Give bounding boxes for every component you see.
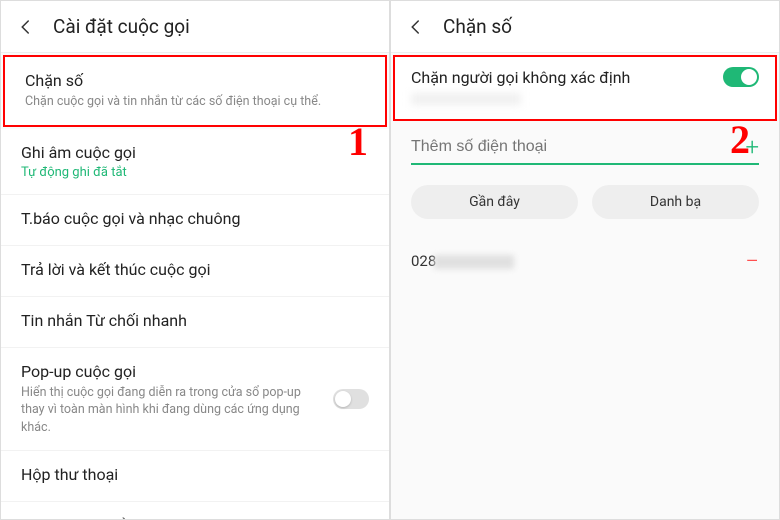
item-title: Hộp thư thoại bbox=[21, 465, 369, 484]
step-marker-1: 1 bbox=[348, 118, 368, 165]
popup-toggle[interactable] bbox=[333, 389, 369, 409]
item-subtitle: Chặn cuộc gọi và tin nhắn từ các số điện… bbox=[25, 93, 365, 111]
blocked-number-row[interactable]: 028 − bbox=[391, 235, 779, 287]
recent-button[interactable]: Gần đây bbox=[411, 185, 578, 219]
add-number-row: + bbox=[391, 123, 779, 163]
record-calls-item[interactable]: Ghi âm cuộc gọi Tự động ghi đã tắt bbox=[1, 129, 389, 195]
answer-end-item[interactable]: Trả lời và kết thúc cuộc gọi bbox=[1, 246, 389, 297]
item-title: Các dịch vụ bổ sung bbox=[21, 516, 369, 519]
item-title: Tin nhắn Từ chối nhanh bbox=[21, 311, 369, 330]
page-title: Cài đặt cuộc gọi bbox=[53, 15, 190, 38]
item-title: T.báo cuộc gọi và nhạc chuông bbox=[21, 209, 369, 228]
item-title: Chặn số bbox=[25, 71, 365, 90]
contacts-button[interactable]: Danh bạ bbox=[592, 185, 759, 219]
item-title: Trả lời và kết thúc cuộc gọi bbox=[21, 260, 369, 279]
blur-text bbox=[411, 93, 521, 105]
call-alerts-item[interactable]: T.báo cuộc gọi và nhạc chuông bbox=[1, 195, 389, 246]
quick-reject-item[interactable]: Tin nhắn Từ chối nhanh bbox=[1, 297, 389, 348]
block-numbers-screen: Chặn số Chặn người gọi không xác định + … bbox=[390, 0, 780, 520]
toggle-label: Chặn người gọi không xác định bbox=[411, 68, 630, 87]
number-prefix: 028 bbox=[411, 252, 436, 270]
voicemail-item[interactable]: Hộp thư thoại bbox=[1, 451, 389, 502]
button-row: Gần đây Danh bạ bbox=[391, 177, 779, 235]
call-settings-screen: Cài đặt cuộc gọi Chặn số Chặn cuộc gọi v… bbox=[0, 0, 390, 520]
remove-icon[interactable]: − bbox=[745, 247, 759, 275]
header-left: Cài đặt cuộc gọi bbox=[1, 1, 389, 53]
header-right: Chặn số bbox=[391, 1, 779, 53]
input-underline bbox=[411, 163, 759, 165]
item-subtitle: Hiển thị cuộc gọi đang diễn ra trong cửa… bbox=[21, 384, 323, 437]
step-marker-2: 2 bbox=[730, 116, 750, 163]
supplementary-item[interactable]: Các dịch vụ bổ sung bbox=[1, 502, 389, 519]
item-title: Ghi âm cuộc gọi bbox=[21, 143, 369, 162]
number-blurred bbox=[434, 255, 514, 269]
item-title: Pop-up cuộc gọi bbox=[21, 362, 323, 381]
blocked-number: 028 bbox=[411, 252, 514, 270]
back-icon[interactable] bbox=[407, 18, 425, 36]
item-subtitle: Tự động ghi đã tắt bbox=[21, 165, 369, 180]
block-unknown-item[interactable]: Chặn người gọi không xác định bbox=[393, 55, 777, 121]
settings-list: Chặn số Chặn cuộc gọi và tin nhắn từ các… bbox=[1, 53, 389, 519]
popup-call-item[interactable]: Pop-up cuộc gọi Hiển thị cuộc gọi đang d… bbox=[1, 348, 389, 452]
back-icon[interactable] bbox=[17, 18, 35, 36]
page-title: Chặn số bbox=[443, 15, 512, 38]
block-unknown-toggle[interactable] bbox=[723, 67, 759, 87]
add-number-input[interactable] bbox=[411, 138, 735, 156]
block-numbers-item[interactable]: Chặn số Chặn cuộc gọi và tin nhắn từ các… bbox=[3, 55, 387, 127]
